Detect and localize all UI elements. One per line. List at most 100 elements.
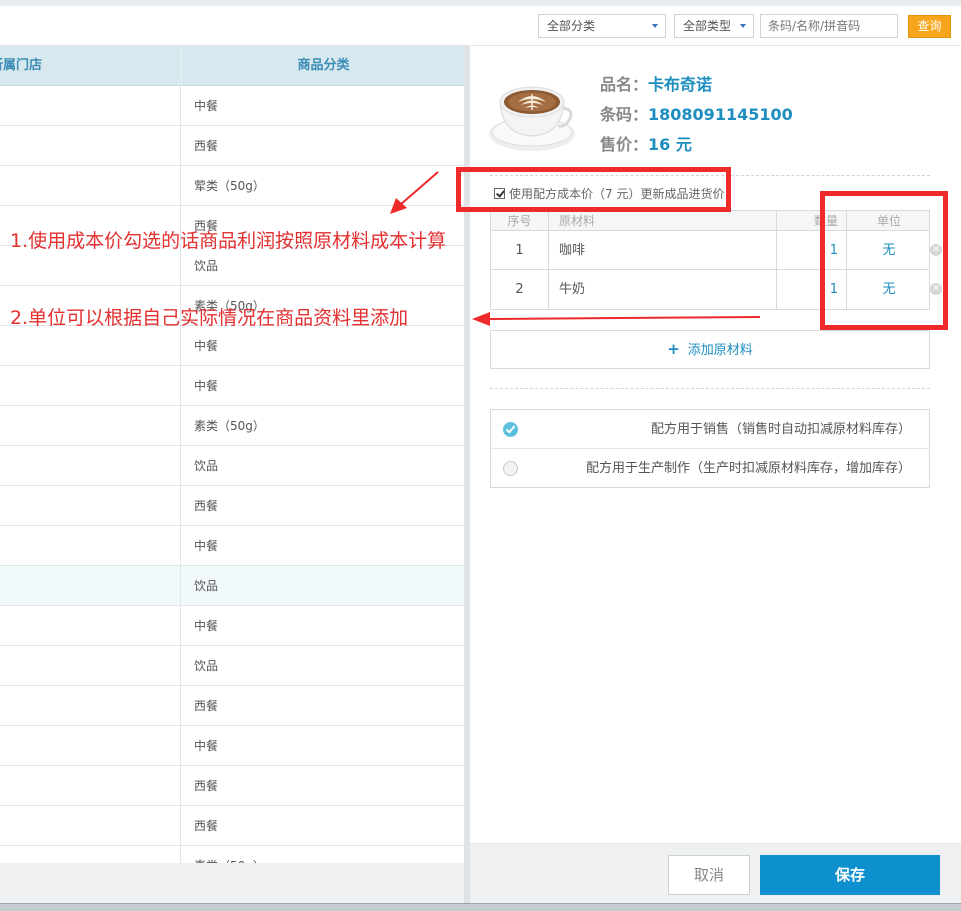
store-cell	[0, 566, 181, 606]
store-cell	[0, 526, 181, 566]
product-name-line: 品名：卡布奇诺	[600, 71, 712, 95]
taskbar-strip	[0, 903, 961, 911]
category-select[interactable]: 全部分类	[538, 14, 666, 38]
material-name: 咖啡	[549, 231, 777, 269]
store-cell	[0, 766, 181, 806]
table-row[interactable]: 素类（50g）	[0, 406, 465, 446]
category-cell: 素类（50g）	[194, 846, 265, 863]
radio-unchecked-icon[interactable]	[503, 461, 518, 476]
store-cell	[0, 86, 181, 126]
product-barcode: 1808091145100	[648, 105, 793, 124]
name-label: 品名：	[600, 75, 649, 94]
radio-checked-icon[interactable]	[503, 422, 518, 437]
cancel-button[interactable]: 取消	[668, 855, 750, 895]
table-row[interactable]: 西餐	[0, 486, 465, 526]
annotation-note-1: 1.使用成本价勾选的话商品利润按照原材料成本计算	[10, 230, 447, 252]
table-row[interactable]: 西餐	[0, 686, 465, 726]
material-index: 1	[491, 231, 549, 269]
category-cell: 饮品	[194, 459, 219, 473]
category-cell: 素类（50g）	[194, 419, 265, 433]
table-row[interactable]: 饮品	[0, 566, 465, 606]
category-cell: 西餐	[194, 819, 219, 833]
table-row[interactable]: 荤类（50g）	[0, 166, 465, 206]
category-cell: 西餐	[194, 699, 219, 713]
annotation-note-2: 2.单位可以根据自己实际情况在商品资料里添加	[10, 307, 409, 329]
usage-option-sales[interactable]: 配方用于销售（销售时自动扣减原材料库存）	[491, 410, 929, 449]
plus-icon: +	[667, 340, 680, 358]
table-row[interactable]: 西餐	[0, 806, 465, 846]
query-button[interactable]: 查询	[908, 15, 951, 38]
table-row[interactable]: 中餐	[0, 526, 465, 566]
table-row[interactable]: 中餐	[0, 606, 465, 646]
category-cell: 西餐	[194, 139, 219, 153]
store-cell	[0, 366, 181, 406]
table-row[interactable]: 饮品	[0, 446, 465, 486]
category-cell: 饮品	[194, 579, 219, 593]
store-cell	[0, 726, 181, 766]
store-cell	[0, 486, 181, 526]
column-header-store[interactable]: 所属门店	[0, 46, 181, 86]
annotation-box-unit	[820, 191, 948, 330]
column-header-index: 序号	[491, 211, 549, 230]
table-row[interactable]: 素类（50g）	[0, 846, 465, 863]
type-select[interactable]: 全部类型	[674, 14, 754, 38]
product-table: 所属门店 商品分类 中餐西餐荤类（50g）西餐饮品素类（50g）中餐中餐素类（5…	[0, 46, 465, 863]
category-cell: 荤类（50g）	[194, 179, 265, 193]
product-image	[489, 86, 575, 151]
table-header: 所属门店 商品分类	[0, 46, 465, 86]
category-select-value: 全部分类	[547, 19, 596, 33]
store-cell	[0, 646, 181, 686]
product-name: 卡布奇诺	[648, 75, 713, 94]
column-header-material: 原材料	[549, 211, 777, 230]
table-row[interactable]: 中餐	[0, 726, 465, 766]
product-barcode-line: 条码：1808091145100	[600, 101, 793, 125]
store-cell	[0, 606, 181, 646]
store-cell	[0, 446, 181, 486]
table-row[interactable]: 西餐	[0, 766, 465, 806]
product-price-line: 售价：16 元	[600, 131, 692, 155]
usage-option-production[interactable]: 配方用于生产制作（生产时扣减原材料库存，增加库存）	[491, 449, 929, 488]
chevron-down-icon	[652, 24, 658, 28]
category-cell: 中餐	[194, 739, 219, 753]
table-row[interactable]: 中餐	[0, 326, 465, 366]
usage-option-production-label: 配方用于生产制作（生产时扣减原材料库存，增加库存）	[585, 461, 911, 476]
recipe-usage-options: 配方用于销售（销售时自动扣减原材料库存） 配方用于生产制作（生产时扣减原材料库存…	[490, 409, 930, 488]
category-cell: 中餐	[194, 619, 219, 633]
add-material-button[interactable]: + 添加原材料	[490, 330, 930, 369]
category-cell: 中餐	[194, 339, 219, 353]
store-cell	[0, 326, 181, 366]
category-cell: 中餐	[194, 99, 219, 113]
category-cell: 西餐	[194, 499, 219, 513]
column-header-category[interactable]: 商品分类	[181, 46, 465, 86]
store-cell	[0, 846, 181, 863]
store-cell	[0, 126, 181, 166]
table-row[interactable]: 中餐	[0, 86, 465, 126]
annotation-box-cost	[456, 167, 731, 212]
usage-option-sales-label: 配方用于销售（销售时自动扣减原材料库存）	[650, 422, 911, 437]
store-cell	[0, 406, 181, 446]
toolbar: 全部分类 全部类型 查询	[0, 0, 961, 46]
category-cell: 中餐	[194, 379, 219, 393]
product-price: 16 元	[648, 135, 692, 154]
category-cell: 饮品	[194, 659, 219, 673]
add-material-label: 添加原材料	[687, 343, 753, 358]
store-cell	[0, 686, 181, 726]
table-scroll-area	[0, 863, 465, 903]
table-row[interactable]: 中餐	[0, 366, 465, 406]
table-body: 中餐 西餐 荤类（50g） 西餐 饮品 素类（50g） 中餐 中餐 素类（50g） 饮品 西餐 中餐饮…	[0, 86, 465, 863]
save-button[interactable]: 保存	[760, 855, 940, 895]
type-select-value: 全部类型	[683, 19, 732, 33]
category-cell: 中餐	[194, 539, 219, 553]
store-cell	[0, 166, 181, 206]
price-label: 售价：	[600, 135, 649, 154]
table-row[interactable]: 饮品	[0, 646, 465, 686]
store-cell	[0, 806, 181, 846]
material-name: 牛奶	[549, 270, 777, 309]
search-input[interactable]	[760, 14, 898, 38]
divider	[490, 388, 930, 389]
table-row[interactable]: 西餐	[0, 126, 465, 166]
category-cell: 西餐	[194, 779, 219, 793]
panel-footer: 取消 保存	[470, 843, 961, 903]
barcode-label: 条码：	[600, 105, 649, 124]
chevron-down-icon	[740, 24, 746, 28]
